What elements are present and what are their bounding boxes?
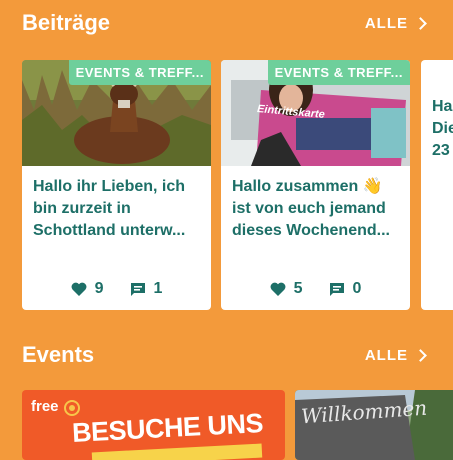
heart-icon xyxy=(71,282,87,296)
post-excerpt-line: Hallo zusammen 👋 xyxy=(232,178,383,195)
events-section-title: Events xyxy=(22,342,95,367)
chevron-right-icon xyxy=(414,17,427,30)
post-excerpt-line: Ha xyxy=(432,98,453,115)
post-excerpt-line: Hallo ihr Lieben, ich xyxy=(33,178,186,195)
chevron-right-icon xyxy=(414,349,427,362)
post-stats: 5 0 xyxy=(221,280,410,298)
event-logo: free xyxy=(31,398,59,415)
posts-section-header: Beiträge ALLE xyxy=(22,10,427,36)
posts-all-link[interactable]: ALLE xyxy=(364,14,427,32)
comments-count: 0 xyxy=(352,280,362,297)
heart-icon xyxy=(270,282,286,296)
likes-count: 9 xyxy=(94,280,104,297)
post-card[interactable]: EVENTS & TREFF... Eintrittskarte Hallo z… xyxy=(221,60,410,310)
post-excerpt-line: dieses Wochenend... xyxy=(232,222,390,239)
events-section-header: Events ALLE xyxy=(22,342,427,368)
logo-sun-icon xyxy=(64,400,80,416)
comments-stat[interactable]: 0 xyxy=(329,280,362,298)
event-card[interactable]: Willkommen xyxy=(295,390,453,460)
post-excerpt-line: 23 xyxy=(432,142,450,159)
post-card[interactable]: EVENTS & TREFF... Hallo ihr Lieben, ich … xyxy=(22,60,211,310)
likes-count: 5 xyxy=(293,280,303,297)
posts-section-title: Beiträge xyxy=(22,10,111,35)
post-category-tag: EVENTS & TREFF... xyxy=(68,60,211,85)
likes-stat[interactable]: 9 xyxy=(71,280,104,298)
post-excerpt-line: bin zurzeit in xyxy=(33,200,131,217)
comments-stat[interactable]: 1 xyxy=(130,280,163,298)
comment-icon xyxy=(329,282,344,296)
event-card[interactable]: free BESUCHE UNS xyxy=(22,390,285,460)
post-excerpt: Hallo zusammen 👋 ist von euch jemand die… xyxy=(232,176,400,242)
likes-stat[interactable]: 5 xyxy=(270,280,303,298)
post-excerpt-line: Die xyxy=(432,120,453,137)
event-headline: BESUCHE UNS xyxy=(71,408,264,448)
events-all-link[interactable]: ALLE xyxy=(364,346,427,364)
post-excerpt-line: Schottland unterw... xyxy=(33,222,186,239)
comments-count: 1 xyxy=(153,280,163,297)
post-category-tag: EVENTS & TREFF... xyxy=(267,60,410,85)
post-image-deer: EVENTS & TREFF... xyxy=(22,60,211,166)
post-excerpt: Ha Die 23 xyxy=(432,96,453,162)
post-stats: 9 1 xyxy=(22,280,211,298)
events-all-label: ALLE xyxy=(364,346,408,364)
post-excerpt: Hallo ihr Lieben, ich bin zurzeit in Sch… xyxy=(33,176,201,242)
comment-icon xyxy=(130,282,145,296)
post-image-ticket: EVENTS & TREFF... Eintrittskarte xyxy=(221,60,410,166)
posts-all-label: ALLE xyxy=(364,14,408,32)
post-card-partial[interactable]: Ha Die 23 xyxy=(421,60,453,310)
post-excerpt-line: ist von euch jemand xyxy=(232,200,386,217)
